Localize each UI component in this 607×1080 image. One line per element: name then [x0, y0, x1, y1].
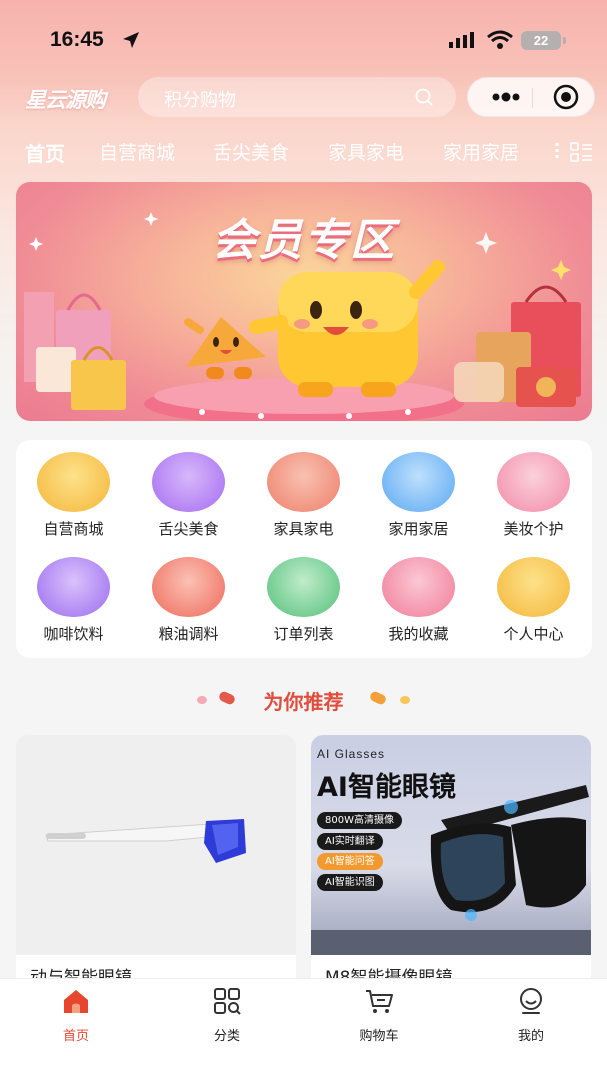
status-time: 16:45 — [50, 28, 104, 51]
search-icon — [415, 88, 433, 106]
app-logo: 星云源购 — [25, 88, 106, 112]
grid-item-grain-oil[interactable]: 粮油调料 — [131, 545, 246, 645]
wifi-icon — [487, 30, 513, 49]
bottom-tab-bar: 首页 分类 购物车 我的 — [0, 978, 607, 1080]
feature-tag: AI实时翻译 — [317, 833, 383, 850]
product-image — [16, 735, 296, 955]
tabbar-label: 分类 — [213, 1029, 240, 1044]
grid-item-label: 家具家电 — [273, 520, 334, 538]
tab-gourmet[interactable]: 舌尖美食 — [213, 138, 289, 165]
document-icon — [267, 557, 340, 617]
cash-basket-icon — [152, 557, 225, 617]
grid-item-gourmet[interactable]: 舌尖美食 — [131, 440, 246, 540]
grid-item-beauty[interactable]: 美妆个护 — [476, 440, 591, 540]
grid-item-furniture[interactable]: 家具家电 — [246, 440, 361, 540]
tabbar-home[interactable]: 首页 — [26, 987, 126, 1047]
search-placeholder: 积分购物 — [164, 90, 236, 111]
grid-item-profile[interactable]: 个人中心 — [476, 545, 591, 645]
star-envelope-icon — [382, 557, 455, 617]
cart-icon — [366, 990, 393, 1013]
tab-home-living[interactable]: 家用家居 — [443, 138, 519, 165]
grid-item-label: 家用家居 — [388, 520, 449, 538]
miniprogram-capsule — [467, 77, 595, 117]
category-grid-icon — [214, 988, 241, 1015]
product-promo-title: AI智能眼镜 — [317, 772, 456, 803]
grid-item-label: 自营商城 — [43, 520, 104, 538]
feature-tag: 800W高清摄像 — [317, 812, 402, 829]
grid-item-home-living[interactable]: 家用家居 — [361, 440, 476, 540]
feature-tag: AI智能问答 — [317, 853, 383, 870]
category-grid: 自营商城 舌尖美食 家具家电 家用家居 美妆个护 咖啡饮料 粮油调料 订单列表 … — [16, 440, 592, 658]
tabbar-cart[interactable]: 购物车 — [329, 987, 429, 1047]
more-options-icon[interactable] — [484, 78, 532, 116]
category-tabs: 首页 自营商城 舌尖美食 家具家电 家用家居 — [0, 134, 607, 170]
furniture-icon — [267, 452, 340, 512]
battery-level: 22 — [521, 31, 561, 50]
member-zone-banner[interactable]: 会员专区 — [16, 182, 592, 421]
close-miniprogram-icon[interactable] — [542, 78, 590, 116]
grid-item-label: 舌尖美食 — [158, 520, 219, 538]
grid-item-label: 订单列表 — [273, 625, 334, 643]
product-brand: AI Glasses — [317, 747, 386, 761]
capsule-divider — [532, 88, 533, 108]
title-decor-dot — [400, 696, 410, 704]
tabbar-label: 购物车 — [359, 1029, 399, 1044]
feature-tag: AI智能识图 — [317, 874, 383, 891]
search-input[interactable]: 积分购物 — [138, 77, 456, 117]
tabbar-profile[interactable]: 我的 — [481, 987, 581, 1047]
product-card[interactable]: AI Glasses AI智能眼镜 800W高清摄像 AI实时翻译 AI智能问答… — [311, 735, 591, 995]
grid-item-orders[interactable]: 订单列表 — [246, 545, 361, 645]
recommend-title: 为你推荐 — [263, 690, 344, 714]
user-icon — [520, 988, 542, 1014]
tab-home[interactable]: 首页 — [25, 138, 65, 167]
grid-item-self-mall[interactable]: 自营商城 — [16, 440, 131, 540]
product-card[interactable]: 动与智能眼镜 — [16, 735, 296, 995]
battery-tip — [563, 37, 566, 44]
grid-item-favorites[interactable]: 我的收藏 — [361, 545, 476, 645]
banner-title: 会员专区 — [212, 215, 396, 266]
wallet-icon — [497, 557, 570, 617]
tabbar-category[interactable]: 分类 — [177, 987, 277, 1047]
grid-item-label: 个人中心 — [503, 625, 564, 643]
tab-self-operated-mall[interactable]: 自营商城 — [99, 138, 175, 165]
tab-furniture-appliances[interactable]: 家具家电 — [328, 138, 404, 165]
tab-menu-icon[interactable] — [554, 141, 594, 163]
shopping-bag-icon — [152, 452, 225, 512]
cellular-signal-icon — [449, 32, 474, 48]
alarm-clock-icon — [37, 452, 110, 512]
grid-item-label: 美妆个护 — [503, 520, 564, 538]
calendar-icon — [382, 452, 455, 512]
home-icon — [64, 990, 88, 1013]
grid-item-label: 咖啡饮料 — [43, 625, 104, 643]
tabbar-label: 我的 — [517, 1029, 544, 1044]
grid-item-label: 粮油调料 — [158, 625, 219, 643]
status-bar: 16:45 22 — [0, 0, 607, 72]
grid-item-coffee[interactable]: 咖啡饮料 — [16, 545, 131, 645]
box-icon — [37, 557, 110, 617]
tabbar-label: 首页 — [62, 1029, 89, 1044]
grid-item-label: 我的收藏 — [388, 625, 449, 643]
envelope-icon — [497, 452, 570, 512]
product-image: AI Glasses AI智能眼镜 800W高清摄像 AI实时翻译 AI智能问答… — [311, 735, 591, 955]
location-arrow-icon — [123, 32, 139, 48]
smart-glasses-image — [45, 819, 246, 863]
